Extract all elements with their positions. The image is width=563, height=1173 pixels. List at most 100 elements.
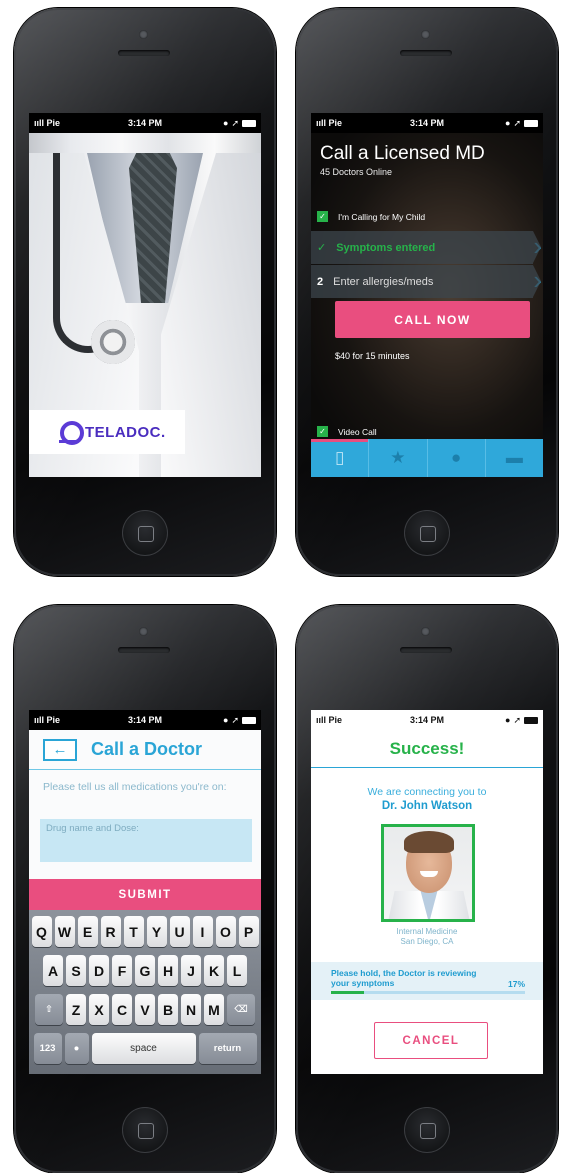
camera-dot [421, 30, 430, 39]
phone-medications: ııll Pie 3:14 PM ● ➚ ← Call a Doctor Ple… [14, 605, 276, 1173]
key[interactable]: C [112, 994, 132, 1025]
key[interactable]: E [77, 916, 98, 947]
status-bar: ııll Pie 3:14 PM ● ➚ [311, 113, 543, 133]
doctor-hair [404, 831, 454, 853]
key[interactable]: Y [146, 916, 167, 947]
camera-dot [139, 30, 148, 39]
return-key[interactable]: return [198, 1033, 257, 1064]
checkbox-checked-icon[interactable]: ✓ [317, 426, 328, 437]
key[interactable]: W [54, 916, 75, 947]
back-button[interactable]: ← [43, 738, 77, 761]
microphone-icon[interactable]: ● [64, 1033, 89, 1064]
carrier-label: ııll Pie [34, 118, 61, 128]
step-symptoms[interactable]: ✓ Symptoms entered › [311, 231, 542, 264]
delete-key-icon[interactable]: ⌫ [227, 994, 255, 1025]
key[interactable]: K [204, 955, 224, 986]
key[interactable]: F [112, 955, 132, 986]
home-button[interactable] [404, 510, 450, 556]
video-call-label: Video Call [338, 426, 377, 437]
step-check-icon: ✓ [317, 242, 327, 254]
numbers-key[interactable]: 123 [33, 1033, 62, 1064]
step-allergies[interactable]: 2 Enter allergies/meds › [311, 265, 542, 298]
checkbox-checked-icon[interactable]: ✓ [317, 211, 328, 222]
teladoc-logo: TELADOC. [29, 410, 185, 454]
child-checkbox-row[interactable]: ✓ I'm Calling for My Child [317, 211, 425, 222]
location-arrow-icon: ➚ [231, 117, 239, 128]
status-bar: ııll Pie 3:14 PM ● ➚ [311, 710, 543, 730]
tab-phone[interactable]: ▯ [311, 439, 370, 477]
key[interactable]: X [89, 994, 109, 1025]
star-icon: ★ [390, 448, 406, 467]
key[interactable]: S [66, 955, 86, 986]
status-bar: ııll Pie 3:14 PM ● ➚ [29, 113, 261, 133]
doctor-location: San Diego, CA [400, 937, 454, 946]
status-icons: ● ➚ [478, 118, 538, 129]
status-icons: ● ➚ [196, 118, 256, 129]
lock-rotation-icon: ● [505, 715, 511, 725]
key[interactable]: L [227, 955, 247, 986]
brand-name: TELADOC. [85, 423, 166, 441]
drug-dose-input[interactable] [40, 819, 252, 862]
key[interactable]: T [123, 916, 144, 947]
speaker-grille [118, 647, 170, 653]
key[interactable]: G [135, 955, 155, 986]
key[interactable]: Z [66, 994, 86, 1025]
submit-button[interactable]: SUBMIT [29, 879, 261, 910]
key[interactable]: D [89, 955, 109, 986]
child-checkbox-label: I'm Calling for My Child [338, 211, 426, 222]
key[interactable]: O [215, 916, 236, 947]
hold-progress-panel: Please hold, the Doctor is reviewing you… [311, 962, 543, 1000]
doctor-avatar [381, 824, 475, 922]
tab-records[interactable]: ▬ [486, 439, 543, 477]
key[interactable]: V [135, 994, 155, 1025]
key[interactable]: H [158, 955, 178, 986]
phone-icon: ▯ [334, 448, 345, 467]
stethoscope-icon [91, 320, 135, 364]
chevron-right-icon: › [533, 231, 542, 261]
lock-rotation-icon: ● [223, 118, 229, 128]
nav-header: ← Call a Doctor [29, 730, 261, 770]
battery-icon [524, 119, 538, 127]
doctors-online-count: 45 Doctors Online [320, 167, 393, 177]
home-button[interactable] [122, 510, 168, 556]
tab-profile[interactable]: ● [428, 439, 486, 477]
key[interactable]: R [100, 916, 121, 947]
key[interactable]: M [204, 994, 224, 1025]
speaker-grille [400, 50, 452, 56]
home-button[interactable] [404, 1107, 450, 1153]
tab-favorites[interactable]: ★ [369, 439, 428, 477]
cancel-button[interactable]: CANCEL [374, 1022, 488, 1059]
chevron-right-icon: › [533, 265, 542, 295]
step-label: Symptoms entered [336, 241, 436, 254]
status-icons: ● ➚ [196, 715, 256, 726]
shift-key-icon[interactable]: ⇧ [35, 994, 63, 1025]
key[interactable]: Q [31, 916, 52, 947]
carrier-label: ııll Pie [316, 118, 343, 128]
doctor-name: Dr. John Watson [381, 800, 473, 812]
key[interactable]: U [169, 916, 190, 947]
page-title: Call a Doctor [91, 739, 203, 759]
home-button[interactable] [122, 1107, 168, 1153]
progress-bar [331, 991, 525, 994]
page-title: Call a Licensed MD [320, 143, 485, 164]
key[interactable]: J [181, 955, 201, 986]
medications-prompt: Please tell us all medications you're on… [43, 781, 227, 793]
clock-label: 3:14 PM [127, 118, 162, 128]
key[interactable]: N [181, 994, 201, 1025]
key[interactable]: A [43, 955, 63, 986]
key[interactable]: B [158, 994, 178, 1025]
key[interactable]: I [192, 916, 213, 947]
camera-dot [139, 627, 148, 636]
camera-dot [421, 627, 430, 636]
battery-icon [242, 119, 256, 127]
call-now-button[interactable]: CALL NOW [335, 301, 530, 338]
bottom-tab-bar: ▯ ★ ● ▬ [311, 439, 543, 477]
step-number: 2 [317, 275, 324, 288]
space-key[interactable]: space [91, 1033, 196, 1064]
video-call-checkbox-row[interactable]: ✓ Video Call [317, 426, 377, 437]
key[interactable]: P [238, 916, 259, 947]
lock-rotation-icon: ● [505, 118, 511, 128]
medications-screen: ııll Pie 3:14 PM ● ➚ ← Call a Doctor Ple… [29, 710, 261, 1074]
speaker-grille [400, 647, 452, 653]
call-md-screen: ııll Pie 3:14 PM ● ➚ Call a Licensed MD … [311, 113, 543, 477]
